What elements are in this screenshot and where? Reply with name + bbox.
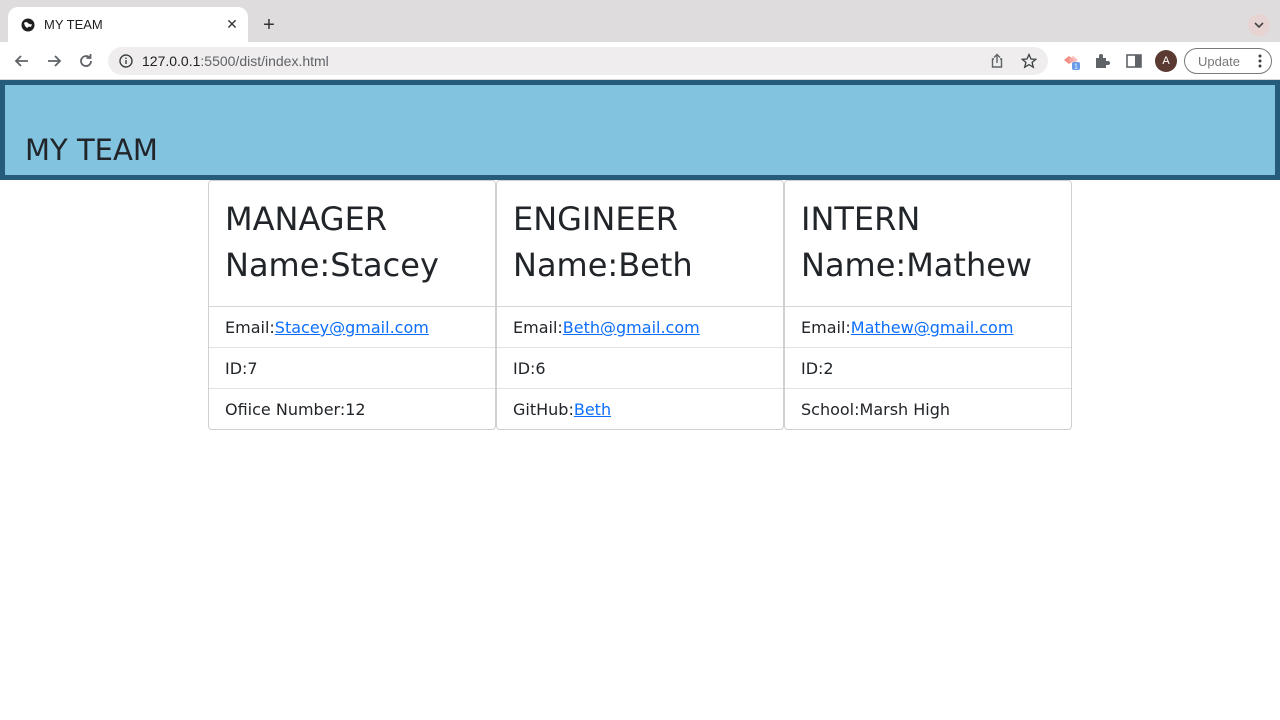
page-content: MY TEAM MANAGER Name:Stacey Email:Stacey… [0,80,1280,720]
side-panel-icon[interactable] [1125,52,1143,70]
profile-avatar[interactable]: A [1155,50,1177,72]
chevron-down-icon [1254,22,1264,29]
id-text: ID:6 [513,359,546,378]
close-tab-icon[interactable]: ✕ [224,17,240,33]
url-host: 127.0.0.1 [142,53,201,69]
card-header: INTERN Name:Mathew [785,181,1071,307]
school-row: School:Marsh High [785,389,1071,430]
office-number-row: Ofiice Number:12 [209,389,495,430]
team-cards: MANAGER Name:Stacey Email:Stacey@gmail.c… [208,180,1072,430]
bookmark-star-icon[interactable] [1021,53,1037,69]
manager-card: MANAGER Name:Stacey Email:Stacey@gmail.c… [208,180,496,430]
url-text: 127.0.0.1:5500/dist/index.html [142,53,329,69]
card-role: INTERN [801,200,921,238]
page-header: MY TEAM [0,80,1280,180]
school-text: School:Marsh High [801,400,951,419]
update-button[interactable]: Update [1184,48,1272,74]
id-row: ID:6 [497,348,783,389]
browser-toolbar: 127.0.0.1:5500/dist/index.html 1 A Updat… [0,42,1280,80]
github-row: GitHub:Beth [497,389,783,430]
email-label: Email: [513,318,563,337]
back-arrow-icon[interactable] [12,51,32,71]
id-row: ID:2 [785,348,1071,389]
share-icon[interactable] [989,53,1005,69]
office-number-text: Ofiice Number:12 [225,400,366,419]
card-role: ENGINEER [513,200,678,238]
email-link[interactable]: Beth@gmail.com [563,318,700,337]
globe-icon [21,18,35,32]
card-header: ENGINEER Name:Beth [497,181,783,307]
update-label: Update [1198,54,1240,69]
site-info-icon[interactable] [119,54,133,68]
engineer-card: ENGINEER Name:Beth Email:Beth@gmail.com … [496,180,784,430]
forward-arrow-icon[interactable] [44,51,64,71]
tab-title: MY TEAM [44,17,103,32]
extension-icon[interactable]: 1 [1062,52,1080,70]
email-label: Email: [225,318,275,337]
new-tab-icon[interactable]: + [258,14,280,36]
more-vert-icon [1258,54,1262,68]
page-title: MY TEAM [25,133,158,167]
email-row: Email:Beth@gmail.com [497,307,783,348]
reload-icon[interactable] [76,51,96,71]
extension-badge: 1 [1074,64,1078,71]
intern-card: INTERN Name:Mathew Email:Mathew@gmail.co… [784,180,1072,430]
address-bar[interactable]: 127.0.0.1:5500/dist/index.html [108,47,1048,75]
email-link[interactable]: Mathew@gmail.com [851,318,1014,337]
tab-search-button[interactable] [1248,14,1270,36]
email-row: Email:Mathew@gmail.com [785,307,1071,348]
card-name: Name:Beth [513,246,693,284]
github-label: GitHub: [513,400,574,419]
email-row: Email:Stacey@gmail.com [209,307,495,348]
browser-tab-strip: MY TEAM ✕ + [0,0,1280,42]
github-link[interactable]: Beth [574,400,611,419]
email-label: Email: [801,318,851,337]
url-path: :5500/dist/index.html [200,53,329,69]
email-link[interactable]: Stacey@gmail.com [275,318,429,337]
id-text: ID:2 [801,359,834,378]
card-name: Name:Mathew [801,246,1033,284]
browser-tab[interactable]: MY TEAM ✕ [8,7,248,42]
id-text: ID:7 [225,359,258,378]
card-name: Name:Stacey [225,246,439,284]
puzzle-extensions-icon[interactable] [1093,52,1111,70]
card-header: MANAGER Name:Stacey [209,181,495,307]
card-role: MANAGER [225,200,388,238]
id-row: ID:7 [209,348,495,389]
